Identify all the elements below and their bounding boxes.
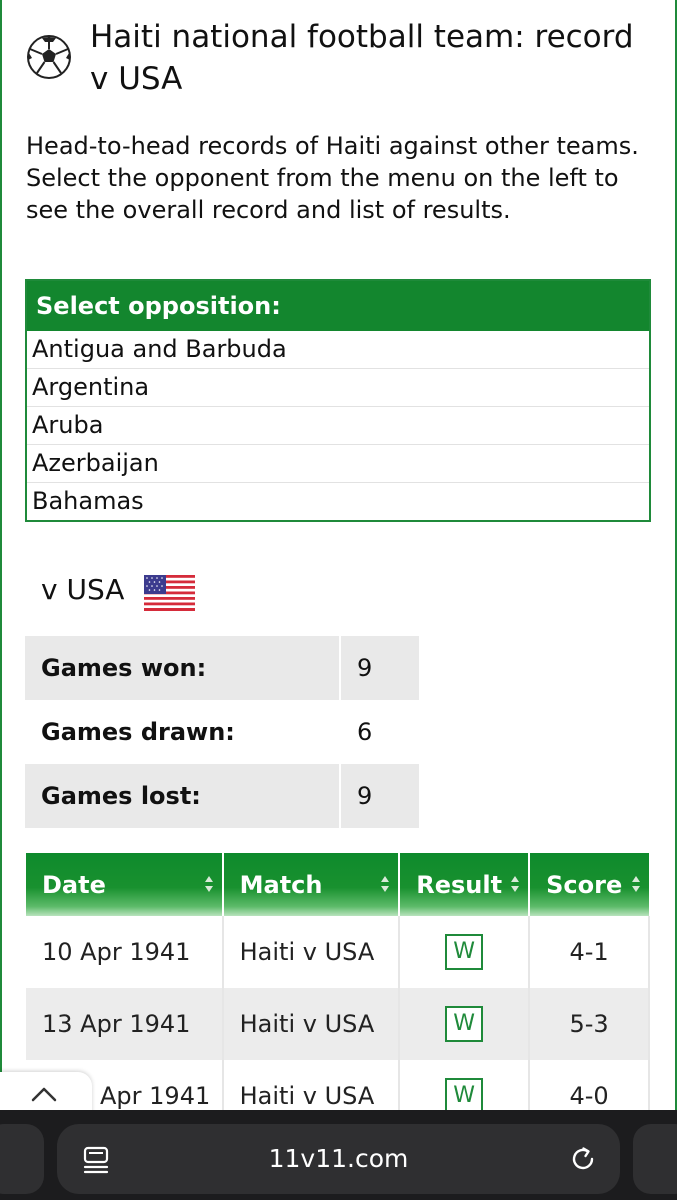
match-score: 4-1	[529, 916, 650, 988]
opposition-option[interactable]: Bahamas	[27, 483, 649, 520]
opposition-option[interactable]: Azerbaijan	[27, 445, 649, 483]
opposition-select-header: Select opposition:	[27, 281, 649, 331]
opponent-heading: v USA	[41, 573, 125, 606]
stat-label: Games won:	[25, 636, 341, 700]
opposition-option[interactable]: Argentina	[27, 369, 649, 407]
opposition-list[interactable]: Antigua and Barbuda Argentina Aruba Azer…	[27, 331, 649, 520]
stat-label: Games lost:	[25, 764, 341, 828]
table-row: 13 Apr 1941 Haiti v USA W 5-3	[26, 988, 650, 1060]
stat-value: 9	[340, 764, 419, 828]
sort-by-match-header[interactable]: Match	[222, 853, 401, 916]
match-score: 5-3	[529, 988, 650, 1060]
sort-by-date-header[interactable]: Date	[26, 853, 224, 916]
result-badge: W	[445, 1006, 484, 1042]
previous-tab-preview[interactable]	[0, 1124, 44, 1194]
result-badge: W	[445, 934, 484, 970]
page-title: Haiti national football team: record v U…	[90, 19, 634, 97]
column-header-label: Result	[416, 870, 503, 899]
table-row: 10 Apr 1941 Haiti v USA W 4-1	[26, 916, 650, 988]
url-text: 11v11.com	[268, 1144, 409, 1173]
result-badge: W	[445, 1078, 484, 1114]
reload-icon[interactable]	[569, 1145, 597, 1173]
sort-by-result-header[interactable]: Result	[399, 853, 531, 916]
next-tab-preview[interactable]	[633, 1124, 677, 1194]
result-cell: W	[399, 916, 531, 988]
stat-row-drawn: Games drawn: 6	[25, 700, 419, 764]
stat-label: Games drawn:	[25, 700, 341, 764]
match-date: 10 Apr 1941	[26, 916, 224, 988]
stat-row-lost: Games lost: 9	[25, 764, 419, 828]
browser-toolbar: 11v11.com	[0, 1110, 677, 1200]
stat-value: 6	[357, 718, 373, 746]
sort-icon	[511, 876, 520, 892]
match-date: 13 Apr 1941	[26, 988, 224, 1060]
sort-icon	[381, 876, 390, 892]
results-table: Date Match Result Score 10 Apr 1941 Hait…	[26, 853, 650, 1132]
match-name: Haiti v USA	[222, 988, 401, 1060]
opposition-option[interactable]: Aruba	[27, 407, 649, 445]
opposition-select[interactable]: Select opposition: Antigua and Barbuda A…	[25, 279, 651, 522]
sort-icon	[632, 876, 640, 892]
column-header-label: Date	[42, 870, 106, 899]
address-bar[interactable]: 11v11.com	[57, 1124, 620, 1194]
column-header-label: Score	[546, 870, 623, 899]
result-cell: W	[399, 988, 531, 1060]
usa-flag-icon	[144, 575, 195, 611]
column-header-label: Match	[239, 870, 323, 899]
football-icon	[27, 35, 71, 79]
stat-value: 9	[340, 636, 419, 700]
head-to-head-stats: Games won: 9 Games drawn: 6 Games lost: …	[25, 636, 419, 828]
stat-row-won: Games won: 9	[25, 636, 419, 700]
match-name: Haiti v USA	[222, 916, 401, 988]
sort-icon	[204, 876, 213, 892]
opposition-option[interactable]: Antigua and Barbuda	[27, 331, 649, 369]
chevron-up-icon	[31, 1087, 57, 1102]
sort-by-score-header[interactable]: Score	[529, 853, 649, 916]
intro-text: Head-to-head records of Haiti against ot…	[26, 132, 639, 224]
results-header-row: Date Match Result Score	[26, 853, 649, 916]
